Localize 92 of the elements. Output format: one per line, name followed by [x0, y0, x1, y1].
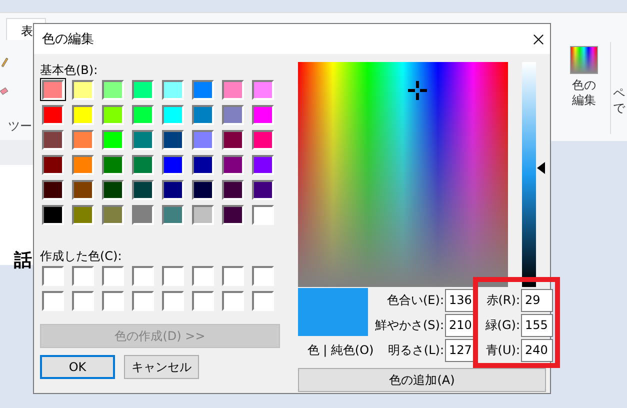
- color-swatch[interactable]: [160, 78, 186, 101]
- eraser-icon[interactable]: [0, 86, 9, 98]
- color-swatch[interactable]: [190, 203, 216, 226]
- pencil-icon[interactable]: [0, 56, 8, 68]
- field-label: 青(U):: [486, 342, 520, 358]
- color-swatch[interactable]: [190, 103, 216, 126]
- color-swatch[interactable]: [160, 153, 186, 176]
- color-swatch[interactable]: [220, 203, 246, 226]
- input-field[interactable]: 155: [521, 314, 553, 336]
- color-swatch[interactable]: [40, 153, 66, 176]
- color-swatch[interactable]: [40, 103, 66, 126]
- color-swatch[interactable]: [40, 128, 66, 151]
- color-swatch[interactable]: [250, 128, 276, 151]
- color-swatch[interactable]: [130, 78, 156, 101]
- color-swatch[interactable]: [160, 128, 186, 151]
- custom-swatch[interactable]: [40, 289, 66, 312]
- color-swatch[interactable]: [220, 78, 246, 101]
- color-swatch[interactable]: [100, 103, 126, 126]
- color-swatch[interactable]: [130, 128, 156, 151]
- color-swatch[interactable]: [250, 103, 276, 126]
- color-swatch[interactable]: [220, 103, 246, 126]
- canvas-text: 話: [14, 249, 32, 272]
- color-swatch[interactable]: [250, 178, 276, 201]
- custom-swatch[interactable]: [220, 289, 246, 312]
- custom-swatch[interactable]: [160, 264, 186, 287]
- color-swatch[interactable]: [160, 103, 186, 126]
- preview-label: 色 | 純色(O): [307, 342, 374, 359]
- field-label: 色合い(E):: [387, 292, 444, 308]
- color-swatch[interactable]: [100, 203, 126, 226]
- field-label: 鮮やかさ(S):: [374, 316, 444, 334]
- custom-swatch[interactable]: [70, 264, 96, 287]
- color-swatch[interactable]: [130, 153, 156, 176]
- color-swatch[interactable]: [70, 203, 96, 226]
- custom-swatch[interactable]: [190, 264, 216, 287]
- field-label: 赤(R):: [486, 292, 520, 308]
- color-swatch[interactable]: [190, 153, 216, 176]
- custom-swatch[interactable]: [40, 264, 66, 287]
- color-swatch[interactable]: [70, 128, 96, 151]
- custom-swatch[interactable]: [250, 289, 276, 312]
- color-swatch[interactable]: [160, 178, 186, 201]
- color-swatch[interactable]: [70, 78, 96, 101]
- custom-swatch[interactable]: [130, 289, 156, 312]
- edit-colors-button[interactable]: 色の編集: [566, 46, 602, 108]
- color-swatch[interactable]: [190, 78, 216, 101]
- color-swatch[interactable]: [70, 103, 96, 126]
- color-swatch[interactable]: [220, 153, 246, 176]
- custom-swatch[interactable]: [250, 264, 276, 287]
- color-swatch[interactable]: [250, 203, 276, 226]
- color-swatch[interactable]: [70, 178, 96, 201]
- ok-button[interactable]: OK: [40, 355, 115, 379]
- ribbon-label: で: [613, 101, 625, 116]
- basic-colors-label: 基本色(B):: [40, 62, 99, 77]
- custom-swatch[interactable]: [70, 289, 96, 312]
- tools-label: ツー: [8, 118, 32, 135]
- custom-colors-label: 作成した色(C):: [40, 248, 123, 263]
- luminance-bar[interactable]: [522, 62, 536, 287]
- custom-swatch[interactable]: [190, 289, 216, 312]
- custom-swatch[interactable]: [100, 289, 126, 312]
- close-icon[interactable]: [533, 34, 544, 44]
- color-swatch[interactable]: [40, 178, 66, 201]
- color-swatch[interactable]: [220, 178, 246, 201]
- input-field[interactable]: 240: [521, 338, 553, 362]
- color-swatch[interactable]: [130, 178, 156, 201]
- color-swatch[interactable]: [130, 103, 156, 126]
- color-swatch[interactable]: [220, 128, 246, 151]
- custom-swatch[interactable]: [100, 264, 126, 287]
- color-swatch[interactable]: [250, 78, 276, 101]
- slider-arrow-icon[interactable]: [537, 162, 545, 174]
- ribbon-label: ペ: [613, 86, 625, 101]
- color-spectrum[interactable]: [298, 62, 508, 287]
- add-color-button[interactable]: 色の追加(A): [298, 368, 546, 392]
- color-swatch[interactable]: [190, 128, 216, 151]
- custom-swatch[interactable]: [220, 264, 246, 287]
- field-label: 緑(G):: [485, 316, 520, 334]
- custom-swatch[interactable]: [160, 289, 186, 312]
- color-swatch[interactable]: [190, 178, 216, 201]
- color-swatch[interactable]: [130, 203, 156, 226]
- crosshair-icon: [408, 81, 428, 100]
- color-swatch[interactable]: [70, 153, 96, 176]
- palette-icon: [570, 46, 598, 74]
- color-swatch[interactable]: [40, 78, 66, 101]
- color-swatch[interactable]: [100, 78, 126, 101]
- color-swatch[interactable]: [40, 203, 66, 226]
- field-label: 明るさ(L):: [388, 342, 444, 358]
- color-swatch[interactable]: [100, 153, 126, 176]
- input-field[interactable]: 29: [521, 288, 553, 312]
- custom-swatch[interactable]: [130, 264, 156, 287]
- color-swatch[interactable]: [100, 128, 126, 151]
- color-swatch[interactable]: [250, 153, 276, 176]
- cancel-button[interactable]: キャンセル: [124, 355, 199, 379]
- color-swatch[interactable]: [100, 178, 126, 201]
- color-swatch[interactable]: [160, 203, 186, 226]
